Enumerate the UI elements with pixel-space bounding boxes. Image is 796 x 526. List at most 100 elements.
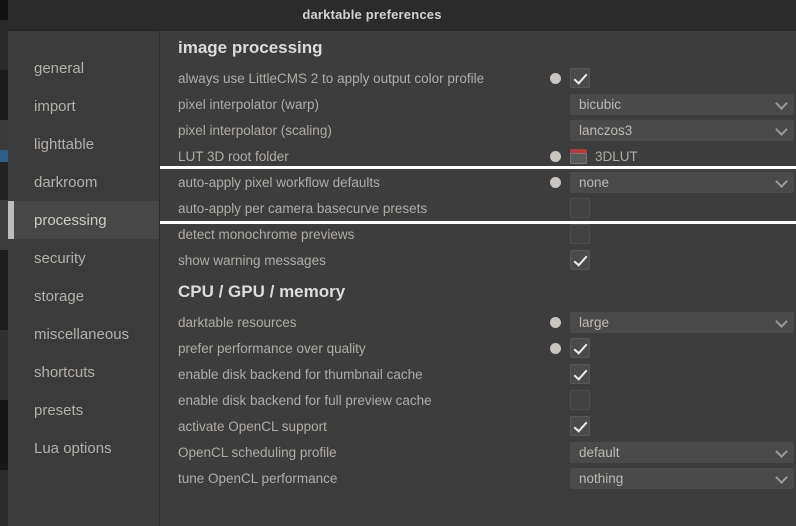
sidebar-item-storage[interactable]: storage	[8, 277, 159, 315]
dropdown-auto-apply-pixel-workflow-defaults[interactable]: none	[570, 171, 794, 193]
modified-indicator-dot[interactable]	[550, 342, 561, 354]
setting-control-group: nothing	[550, 465, 794, 491]
setting-label: auto-apply per camera basecurve presets	[178, 200, 428, 216]
modified-indicator-dot[interactable]	[550, 150, 561, 162]
dropdown-value: lanczos3	[579, 122, 633, 138]
sidebar-item-darkroom[interactable]: darkroom	[8, 163, 159, 201]
checkbox-detect-monochrome-previews[interactable]	[570, 224, 590, 244]
setting-row-enable-disk-backend-for-thumbnail-cache: enable disk backend for thumbnail cache	[176, 361, 792, 387]
setting-label: enable disk backend for thumbnail cache	[178, 366, 423, 382]
checkbox-enable-disk-backend-for-thumbnail-cache[interactable]	[570, 364, 590, 384]
setting-label: auto-apply pixel workflow defaults	[178, 174, 380, 190]
dropdown-tune-opencl-performance[interactable]: nothing	[570, 467, 794, 489]
setting-label: detect monochrome previews	[178, 226, 355, 242]
setting-control-group: default	[550, 439, 794, 465]
sidebar-item-import[interactable]: import	[8, 87, 159, 125]
sidebar-item-label: import	[34, 97, 76, 115]
chevron-down-icon	[776, 176, 788, 188]
setting-row-prefer-performance-over-quality: prefer performance over quality	[176, 335, 792, 361]
checkbox-activate-opencl-support[interactable]	[570, 416, 590, 436]
sidebar-item-general[interactable]: general	[8, 49, 159, 87]
settings-sections: image processing always use LittleCMS 2 t…	[176, 31, 794, 491]
dropdown-value: nothing	[579, 470, 624, 486]
dropdown-opencl-scheduling-profile[interactable]: default	[570, 441, 794, 463]
setting-row-auto-apply-pixel-workflow-defaults: auto-apply pixel workflow defaults none	[176, 169, 794, 195]
setting-row-lut-3d-root-folder: LUT 3D root folder 3DLUT	[176, 143, 792, 169]
sidebar-item-presets[interactable]: presets	[8, 391, 159, 429]
setting-control-group	[550, 65, 590, 91]
setting-control-group	[550, 335, 590, 361]
sidebar-item-label: darkroom	[34, 173, 98, 191]
indicator-spacer	[550, 255, 561, 266]
chevron-down-icon	[776, 472, 788, 484]
chevron-down-icon	[776, 446, 788, 458]
folder-icon	[570, 148, 587, 164]
window-body: general import lighttable darkroom processin…	[8, 31, 796, 526]
sidebar-item-label: general	[34, 59, 85, 77]
modified-indicator-dot[interactable]	[550, 72, 561, 84]
setting-control-group	[550, 387, 590, 413]
sidebar-item-shortcuts[interactable]: shortcuts	[8, 353, 159, 391]
folder-path-value: 3DLUT	[595, 148, 638, 164]
sidebar-item-miscellaneous[interactable]: miscellaneous	[8, 315, 159, 353]
modified-indicator-dot[interactable]	[550, 176, 561, 188]
setting-control-group	[550, 247, 590, 273]
setting-row-pixel-interpolator-warp: pixel interpolator (warp) bicubic	[176, 91, 794, 117]
setting-label: darktable resources	[178, 314, 297, 330]
folder-picker-lut-3d-root-folder[interactable]: 3DLUT	[570, 148, 638, 164]
checkbox-show-warning-messages[interactable]	[570, 250, 590, 270]
setting-row-show-warning-messages: show warning messages	[176, 247, 792, 273]
checkbox-enable-disk-backend-for-full-preview-cache[interactable]	[570, 390, 590, 410]
indicator-spacer	[550, 369, 561, 380]
setting-control-group: lanczos3	[550, 117, 794, 143]
setting-label: prefer performance over quality	[178, 340, 366, 356]
setting-control-group: 3DLUT	[550, 143, 638, 169]
preferences-sidebar: general import lighttable darkroom processin…	[8, 31, 160, 526]
setting-label: OpenCL scheduling profile	[178, 444, 337, 460]
sidebar-item-security[interactable]: security	[8, 239, 159, 277]
indicator-spacer	[550, 447, 561, 458]
indicator-spacer	[550, 473, 561, 484]
chevron-down-icon	[776, 98, 788, 110]
sidebar-item-lighttable[interactable]: lighttable	[8, 125, 159, 163]
indicator-spacer	[550, 203, 561, 214]
dropdown-pixel-interpolator-warp[interactable]: bicubic	[570, 93, 794, 115]
setting-control-group: large	[550, 309, 794, 335]
setting-row-enable-disk-backend-for-full-preview-cache: enable disk backend for full preview cac…	[176, 387, 792, 413]
dropdown-darktable-resources[interactable]: large	[570, 311, 794, 333]
sidebar-item-lua-options[interactable]: Lua options	[8, 429, 159, 467]
sidebar-item-processing[interactable]: processing	[8, 201, 159, 239]
sidebar-item-label: presets	[34, 401, 84, 419]
setting-control-group: bicubic	[550, 91, 794, 117]
section-heading-image-processing: image processing	[178, 38, 323, 57]
setting-row-tune-opencl-performance: tune OpenCL performance nothing	[176, 465, 794, 491]
sidebar-item-label: miscellaneous	[34, 325, 130, 343]
setting-row-detect-monochrome-previews: detect monochrome previews	[176, 221, 792, 247]
dropdown-value: bicubic	[579, 96, 622, 112]
indicator-spacer	[550, 395, 561, 406]
window-titlebar: darktable preferences	[8, 0, 796, 31]
setting-label: pixel interpolator (scaling)	[178, 122, 332, 138]
modified-indicator-dot[interactable]	[550, 316, 561, 328]
setting-label: activate OpenCL support	[178, 418, 327, 434]
checkbox-prefer-performance-over-quality[interactable]	[570, 338, 590, 358]
preferences-content: image processing always use LittleCMS 2 t…	[160, 31, 796, 526]
checkbox-auto-apply-per-camera-basecurve-presets[interactable]	[570, 198, 590, 218]
indicator-spacer	[550, 421, 561, 432]
setting-row-always-use-littlecms-2-to-apply-output-color-profile: always use LittleCMS 2 to apply output c…	[176, 65, 792, 91]
sidebar-item-label: Lua options	[34, 439, 112, 457]
chevron-down-icon	[776, 316, 788, 328]
sidebar-item-label: processing	[34, 211, 107, 229]
dropdown-pixel-interpolator-scaling[interactable]: lanczos3	[570, 119, 794, 141]
indicator-spacer	[550, 99, 561, 110]
dropdown-value: large	[579, 314, 610, 330]
checkbox-always-use-littlecms-2-to-apply-output-color-profile[interactable]	[570, 68, 590, 88]
setting-control-group	[550, 221, 590, 247]
chevron-down-icon	[776, 124, 788, 136]
dropdown-value: default	[579, 444, 620, 460]
sidebar-item-label: shortcuts	[34, 363, 95, 381]
setting-label: always use LittleCMS 2 to apply output c…	[178, 70, 485, 86]
setting-label: LUT 3D root folder	[178, 148, 289, 164]
section-heading-cpu-gpu-memory: CPU / GPU / memory	[178, 282, 346, 301]
sidebar-item-label: lighttable	[34, 135, 95, 153]
